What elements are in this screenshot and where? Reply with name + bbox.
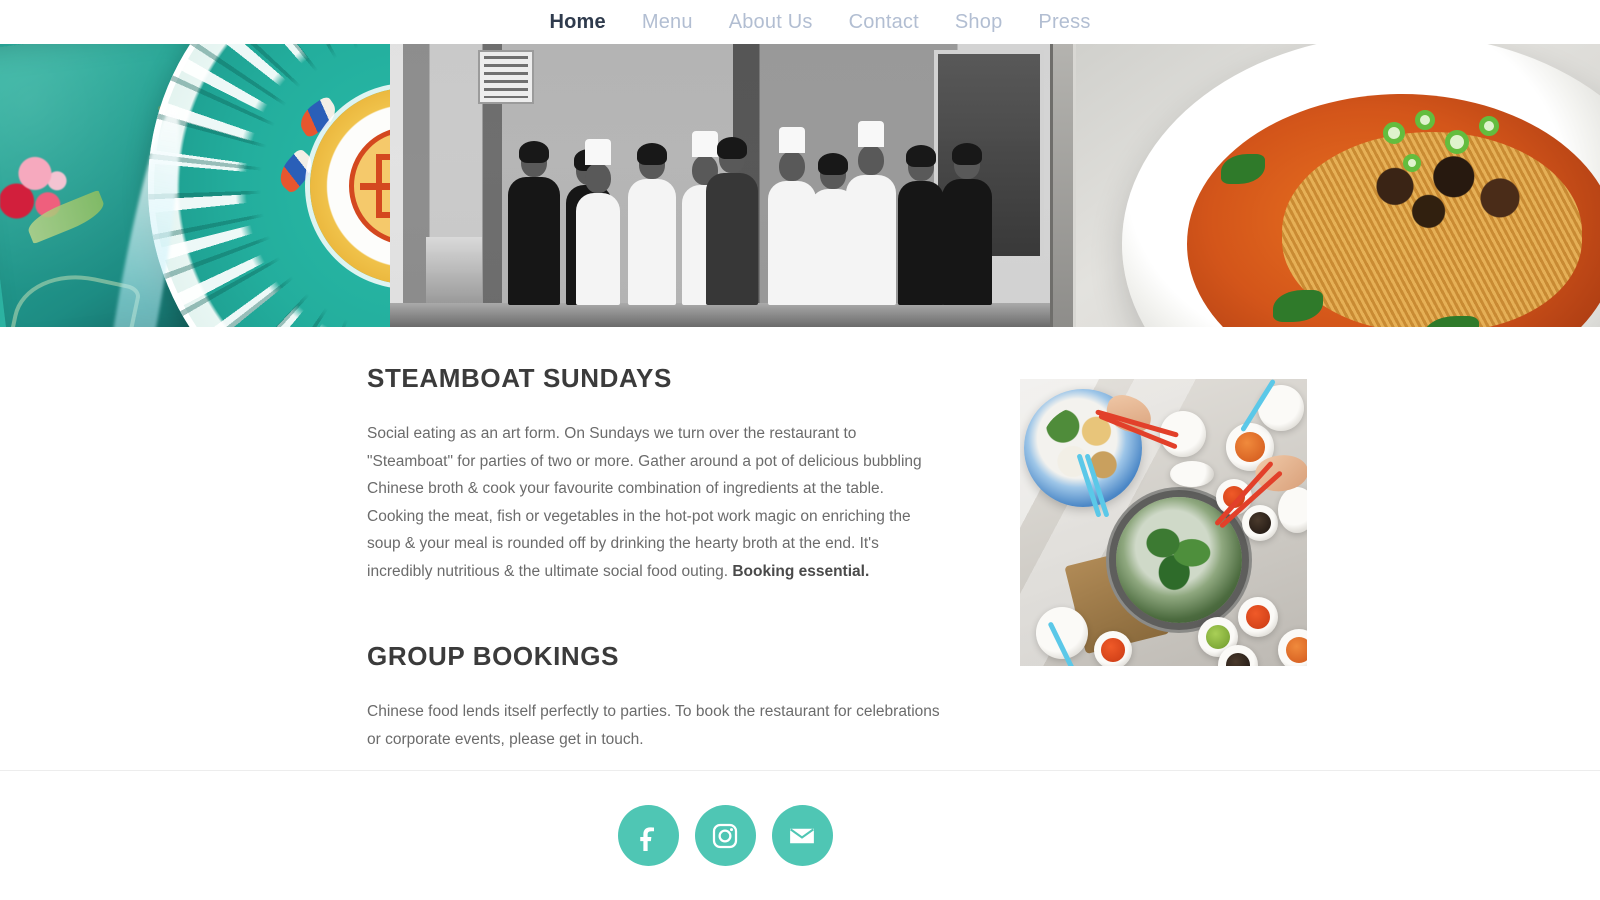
person-head (585, 163, 611, 193)
person-hair (906, 145, 936, 167)
page-title-steamboat-sundays: STEAMBOAT SUNDAYS (367, 363, 672, 393)
text-column: STEAMBOAT SUNDAYS Social eating as an ar… (367, 363, 945, 753)
staff-member-chef (846, 121, 896, 305)
chef-hat (858, 121, 884, 147)
wall-poster (478, 50, 534, 104)
hero-image-turquoise-plate (0, 44, 390, 327)
vintage-photo-scene (390, 44, 1050, 327)
nav-item-list: Home Menu About Us Contact Shop Press (509, 12, 1090, 32)
nav-item-shop[interactable]: Shop (955, 12, 1003, 32)
plate-scene (0, 44, 390, 327)
noodle-soup-scene (1050, 44, 1600, 327)
paragraph-lead-text: Social eating as an art form. On Sundays… (367, 425, 922, 580)
spring-onion (1403, 154, 1421, 172)
chef-hat (692, 131, 718, 157)
marble-edge (1050, 44, 1076, 327)
spring-onion (1415, 110, 1435, 130)
entrance-step (390, 303, 1050, 327)
staff-member-chef (628, 143, 676, 305)
steamboat-sundays-paragraph: Social eating as an art form. On Sundays… (367, 420, 945, 585)
person-hair (717, 137, 747, 159)
person-hair (519, 141, 549, 163)
chilli-sauce-dish (1094, 631, 1132, 666)
leafy-greens (1221, 154, 1265, 184)
mail-icon[interactable] (771, 805, 833, 866)
steamboat-hotpot-image (1020, 379, 1307, 666)
content-columns: STEAMBOAT SUNDAYS Social eating as an ar… (367, 363, 1307, 753)
instagram-icon[interactable] (694, 805, 756, 866)
person-head (858, 145, 884, 175)
spicy-broth (1187, 94, 1600, 327)
soup-bowl (1122, 44, 1600, 327)
hotpot-greens (1139, 522, 1219, 593)
booking-essential-emphasis: Booking essential. (732, 562, 870, 580)
main-content: STEAMBOAT SUNDAYS Social eating as an ar… (0, 327, 1600, 770)
nav-item-contact[interactable]: Contact (849, 12, 919, 32)
nav-item-menu[interactable]: Menu (642, 12, 693, 32)
person-hair (637, 143, 667, 165)
site-footer (0, 770, 1600, 900)
mushroom-topping (1332, 148, 1542, 244)
staff-member (508, 141, 560, 305)
nav-item-press[interactable]: Press (1038, 12, 1090, 32)
nav-item-home[interactable]: Home (549, 12, 605, 32)
staff-member (706, 137, 758, 305)
spring-onion (1479, 116, 1499, 136)
staff-member (898, 145, 944, 305)
main-navigation: Home Menu About Us Contact Shop Press (0, 0, 1600, 44)
shou-longevity-symbol (349, 127, 390, 245)
spoon-rest (1170, 461, 1214, 487)
chilli-sauce-dish (1238, 597, 1278, 637)
nav-item-about-us[interactable]: About Us (729, 12, 813, 32)
facebook-icon[interactable] (617, 805, 679, 866)
spring-onion (1383, 122, 1405, 144)
hero-image-strip (0, 44, 1600, 327)
chef-hat (585, 139, 611, 165)
hero-image-noodle-soup (1050, 44, 1600, 327)
person-hair (818, 153, 848, 175)
spring-onion (1445, 130, 1469, 154)
porcelain-plate (148, 44, 390, 327)
stone-plinth (426, 237, 482, 303)
hero-image-vintage-staff-photo (390, 44, 1050, 327)
chef-hat (779, 127, 805, 153)
leafy-greens (1273, 290, 1323, 322)
person-head (779, 151, 805, 181)
staff-member-chef (576, 139, 620, 305)
staff-member-chef (768, 127, 816, 305)
group-bookings-paragraph: Chinese food lends itself perfectly to p… (367, 703, 940, 748)
soy-sauce-dish (1242, 505, 1278, 541)
staff-member (942, 143, 992, 305)
person-hair (952, 143, 982, 165)
social-links (617, 805, 983, 866)
hotpot-scene (1020, 379, 1307, 666)
section-title-group-bookings: GROUP BOOKINGS (367, 641, 620, 671)
